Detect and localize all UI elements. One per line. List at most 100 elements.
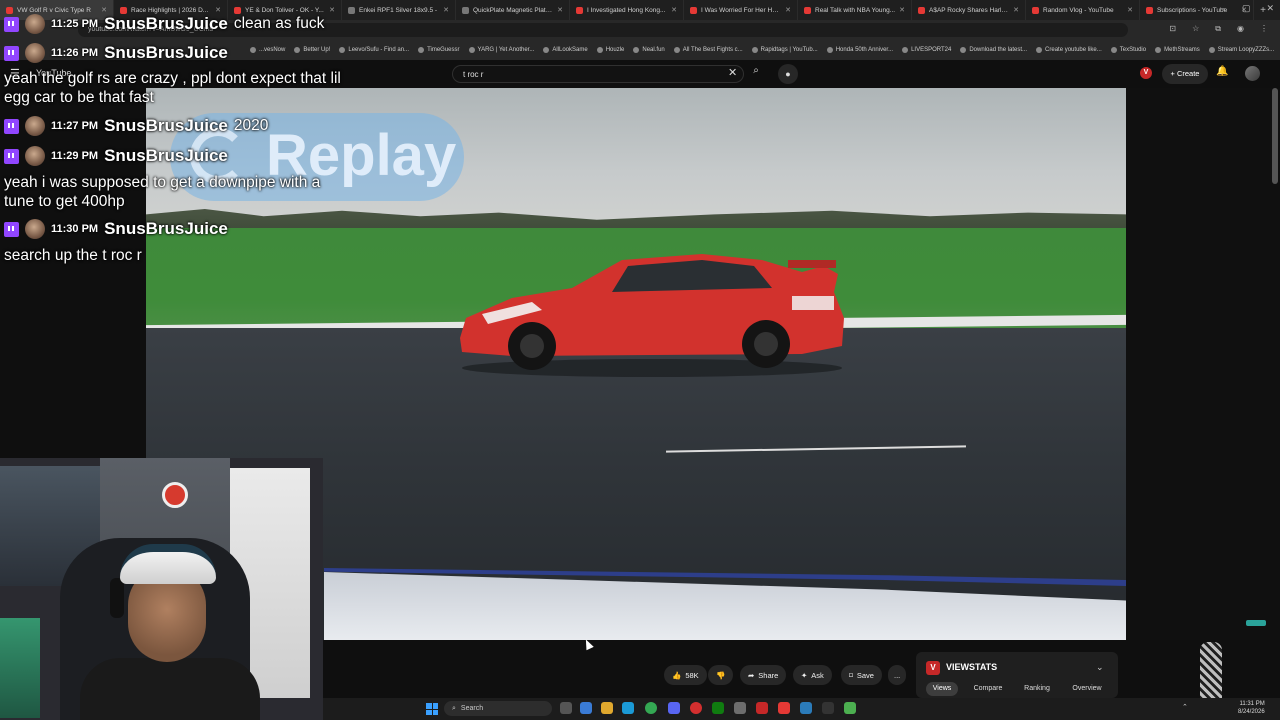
share-button[interactable]: ➦ Share <box>740 665 787 685</box>
app-icon[interactable] <box>800 702 812 714</box>
bookmark[interactable]: All The Best Fights c... <box>673 47 743 53</box>
browser-tab[interactable]: I Was Worried For Her Hea... ✕ <box>684 0 798 20</box>
task-view-icon[interactable] <box>560 702 572 714</box>
chat-avatar <box>25 14 45 34</box>
close-tab-icon[interactable]: ✕ <box>101 6 107 14</box>
viewstats-tab-views[interactable]: Views <box>926 682 958 696</box>
chevron-down-icon[interactable]: ⌄ <box>1096 662 1104 673</box>
menu-dots-icon[interactable]: ⋮ <box>1260 24 1268 34</box>
bookmark[interactable]: Honda 50th Anniver... <box>826 47 893 53</box>
twitch-icon <box>4 118 19 134</box>
install-icon[interactable]: ⊡ <box>1169 24 1176 34</box>
notifications-bell-icon[interactable]: 🔔 <box>1216 66 1228 77</box>
webcam-led-glow <box>0 618 40 718</box>
app-icon[interactable] <box>844 702 856 714</box>
clear-search-icon[interactable]: ✕ <box>728 66 737 79</box>
search-icon[interactable]: ⌕ <box>746 65 766 83</box>
taskbar-clock[interactable]: 11:31 PM 8/24/2026 <box>1238 700 1265 716</box>
browser-tab[interactable]: Enkei RPF1 Silver 18x9.5 - ✕ <box>342 0 456 20</box>
maximize-icon[interactable]: ▢ <box>1242 3 1251 14</box>
bookmark[interactable]: Leevo/Sufu - Find an... <box>339 47 409 53</box>
chat-text: yeah the golf rs are crazy , ppl dont ex… <box>4 70 341 87</box>
calculator-icon[interactable] <box>734 702 746 714</box>
account-avatar[interactable] <box>1245 66 1260 81</box>
bookmark[interactable]: LIVESPORT24 <box>902 47 951 53</box>
windows-start-icon[interactable] <box>426 703 438 715</box>
bookmark[interactable]: Stream LoopyZZZs... <box>1208 47 1274 53</box>
browser-tab[interactable]: A$AP Rocky Shares Harle... ✕ <box>912 0 1026 20</box>
bookmark[interactable]: MethStreams <box>1155 47 1200 53</box>
bookmark[interactable]: Better Up! <box>294 47 330 53</box>
save-label: Save <box>856 670 874 680</box>
bookmark[interactable]: ...vesNow <box>250 47 285 53</box>
bookmark-icon <box>751 47 758 53</box>
bookmark-icon <box>339 47 346 53</box>
youtube-favicon-icon <box>6 6 13 14</box>
system-tray-chevron-icon[interactable]: ⌃ <box>1182 703 1188 711</box>
chat-text: 2020 <box>233 117 269 134</box>
more-actions-button[interactable]: ... <box>888 665 907 685</box>
copilot-icon[interactable] <box>580 702 592 714</box>
ask-button[interactable]: ✦ Ask <box>793 665 832 685</box>
close-tab-icon[interactable]: ✕ <box>1127 6 1133 14</box>
twitch-icon <box>4 45 19 61</box>
chat-username: SnusBrusJuice <box>104 43 228 62</box>
bookmark[interactable]: Houzle <box>596 47 624 53</box>
close-tab-icon[interactable]: ✕ <box>1013 6 1019 14</box>
close-tab-icon[interactable]: ✕ <box>443 6 449 14</box>
bookmark[interactable]: TimeGuessr <box>418 47 460 53</box>
youtube-favicon-icon <box>690 6 697 14</box>
tab-title: YE & Don Toliver - OK - Y... <box>245 6 324 14</box>
viewstats-tab-compare[interactable]: Compare <box>966 682 1010 696</box>
extensions-icon[interactable]: ⧉ <box>1215 24 1221 34</box>
bookmark[interactable]: Neal.fun <box>633 47 665 53</box>
close-tab-icon[interactable]: ✕ <box>785 6 791 14</box>
taskbar-search[interactable]: ⌕ Search <box>444 701 552 716</box>
bookmark[interactable]: YARG | Yet Another... <box>468 47 534 53</box>
chrome-icon[interactable] <box>645 702 657 714</box>
app-icon[interactable] <box>756 702 768 714</box>
like-button[interactable]: 👍 58K <box>664 665 707 685</box>
star-icon[interactable]: ☆ <box>1192 24 1199 34</box>
app-icon[interactable] <box>778 702 790 714</box>
browser-tab[interactable]: Random Vlog - YouTube ✕ <box>1026 0 1140 20</box>
discord-icon[interactable] <box>668 702 680 714</box>
browser-tab[interactable]: QuickPlate Magnetic Plate... ✕ <box>456 0 570 20</box>
bookmark-icon <box>902 47 909 53</box>
close-tab-icon[interactable]: ✕ <box>329 6 335 14</box>
viewstats-tab-overview[interactable]: Overview <box>1064 682 1110 696</box>
profile-icon[interactable]: ◉ <box>1237 24 1244 34</box>
close-window-icon[interactable]: ✕ <box>1266 3 1274 14</box>
close-tab-icon[interactable]: ✕ <box>899 6 905 14</box>
bookmark[interactable]: Create youtube like... <box>1036 47 1102 53</box>
search-input[interactable]: t roc r <box>452 65 744 83</box>
file-explorer-icon[interactable] <box>601 702 613 714</box>
dislike-button[interactable]: 👎 <box>708 665 734 685</box>
bookmark[interactable]: AllLookSame <box>543 47 588 53</box>
close-tab-icon[interactable]: ✕ <box>557 6 563 14</box>
share-icon: ➦ <box>748 670 755 680</box>
microphone-icon[interactable]: ● <box>778 64 798 84</box>
viewstats-tab-ranking[interactable]: Ranking <box>1016 682 1058 696</box>
chat-username: SnusBrusJuice <box>104 14 228 33</box>
create-button[interactable]: + Create <box>1162 64 1208 84</box>
bookmark[interactable]: TexStudio <box>1110 47 1146 53</box>
page-scrollbar[interactable] <box>1272 88 1278 184</box>
close-tab-icon[interactable]: ✕ <box>215 6 221 14</box>
opera-icon[interactable] <box>690 702 702 714</box>
tab-title: Random Vlog - YouTube <box>1043 6 1114 14</box>
viewstats-extension-icon[interactable]: V <box>1140 67 1152 79</box>
close-tab-icon[interactable]: ✕ <box>671 6 677 14</box>
terminal-icon[interactable] <box>822 702 834 714</box>
steam-icon[interactable] <box>622 702 634 714</box>
browser-tab[interactable]: Real Talk with NBA Young... ✕ <box>798 0 912 20</box>
xbox-icon[interactable] <box>712 702 724 714</box>
bookmark[interactable]: Rapidtags | YouTub... <box>751 47 818 53</box>
save-button[interactable]: ⌑ Save <box>841 665 882 685</box>
browser-tab[interactable]: I Investigated Hong Kong... ✕ <box>570 0 684 20</box>
webcam-headset <box>110 578 124 618</box>
bookmark-label: Neal.fun <box>642 47 665 53</box>
bookmark[interactable]: Download the latest... <box>960 47 1027 53</box>
minimize-icon[interactable]: – <box>1221 3 1226 14</box>
bookmark-icon <box>294 47 301 53</box>
